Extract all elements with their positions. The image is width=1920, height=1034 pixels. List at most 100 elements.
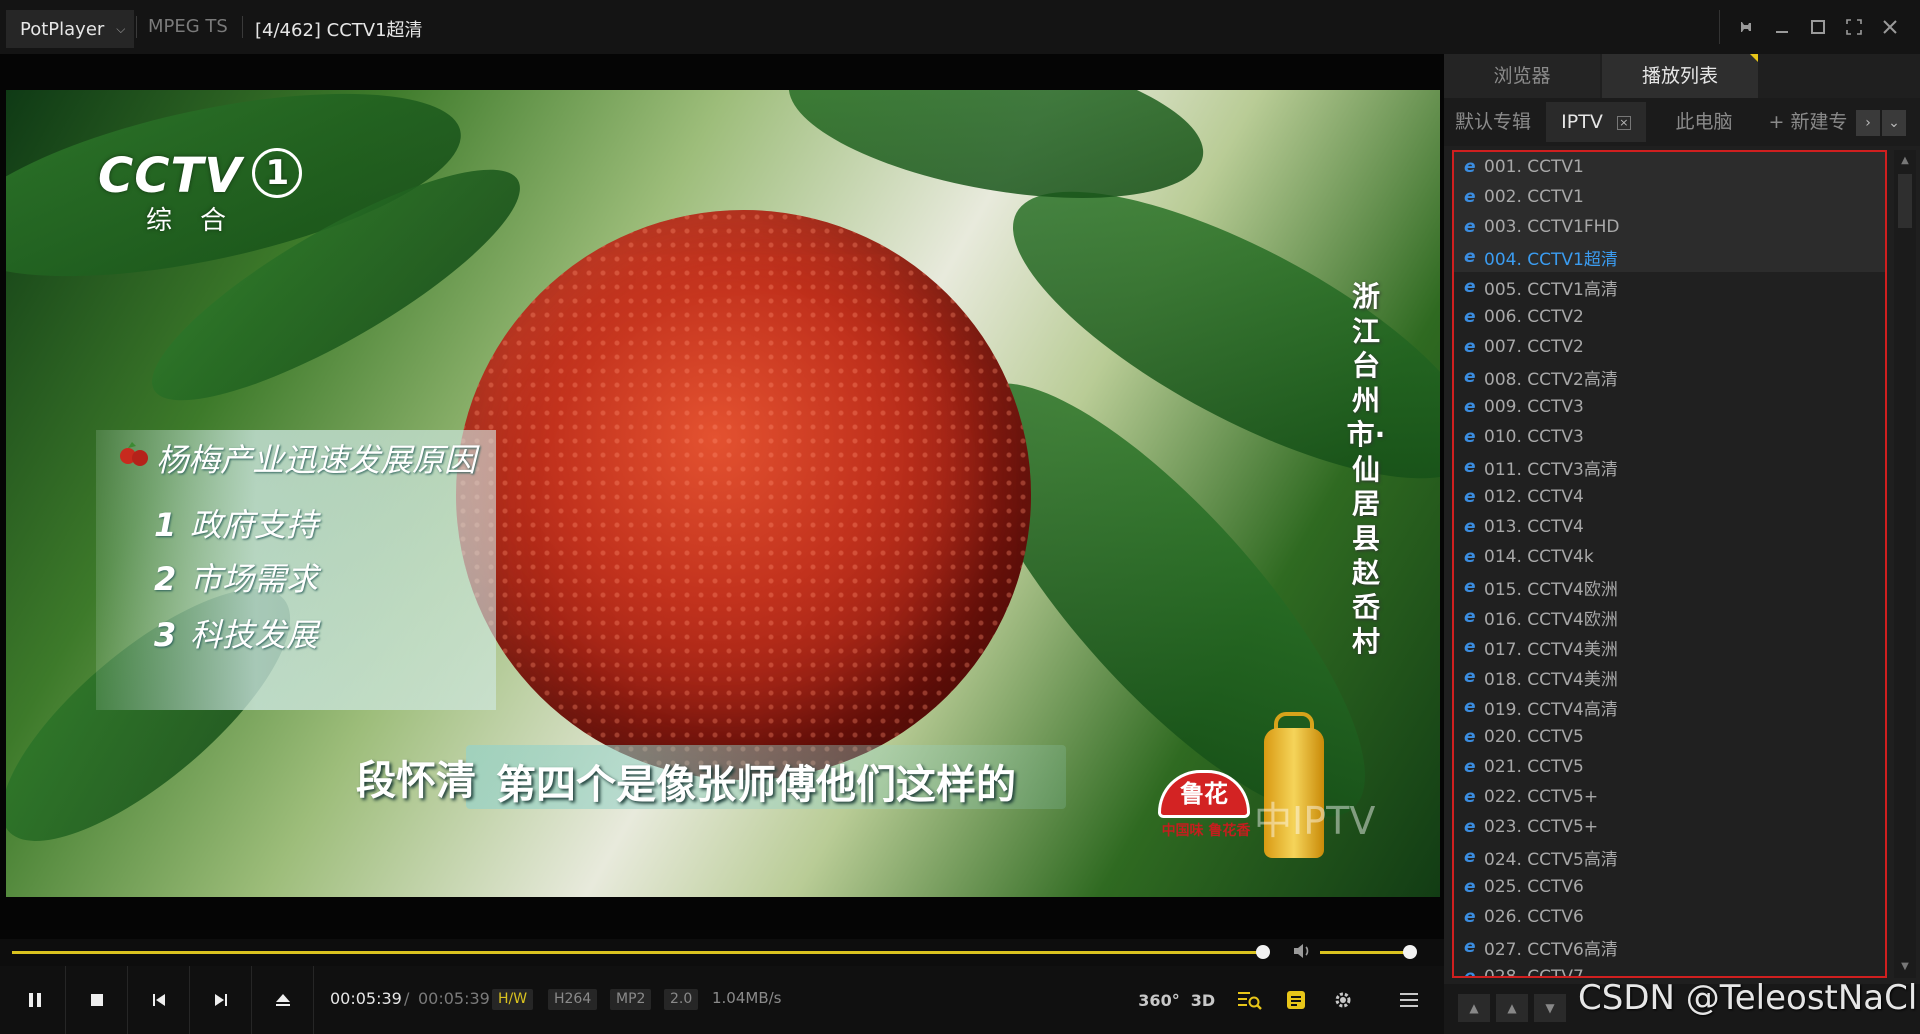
playlist-item[interactable]: e 013. CCTV4 [1454,512,1885,542]
stream-icon: e [1464,367,1476,387]
volume-icon[interactable] [1292,942,1312,965]
playlist-item[interactable]: e 020. CCTV5 [1454,722,1885,752]
stop-button[interactable] [66,966,128,1034]
playlist-item[interactable]: e 028. CCTV7 [1454,962,1885,976]
tab-browser[interactable]: 浏览器 [1444,54,1600,98]
playlist-item[interactable]: e 019. CCTV4高清 [1454,692,1885,722]
move-top-icon[interactable]: ▲ [1458,994,1490,1022]
playlist-item-label: 027. CCTV6高清 [1484,939,1618,960]
app-menu-button[interactable]: PotPlayer ⌵ [6,10,134,48]
time-current: 00:05:39 [330,989,402,1008]
seek-handle[interactable] [1256,945,1270,959]
playlist-item[interactable]: e 005. CCTV1高清 [1454,272,1885,302]
subtitle-button[interactable] [1282,984,1310,1016]
playlist-item[interactable]: e 008. CCTV2高清 [1454,362,1885,392]
volume-slider[interactable] [1320,951,1410,954]
3d-button[interactable]: 3D [1188,984,1218,1016]
title-bar: PotPlayer ⌵ MPEG TS [4/462] CCTV1超清 [0,0,1920,54]
volume-handle[interactable] [1403,945,1417,959]
pause-button[interactable] [4,966,66,1034]
stream-icon: e [1464,817,1476,837]
channel-number: 1 [252,148,303,198]
stream-icon: e [1464,757,1476,777]
video-frame[interactable]: CCTV 1 综合 杨梅产业迅速发展原因 1 政府支持 2 市场需求 3 科技发展 浙江… [6,90,1440,897]
seek-bar[interactable] [12,951,1263,954]
playlist-item[interactable]: e 017. CCTV4美洲 [1454,632,1885,662]
settings-button[interactable] [1328,984,1358,1016]
playlist-item-label: 012. CCTV4 [1484,487,1584,507]
playlist-item[interactable]: e 022. CCTV5+ [1454,782,1885,812]
playlist-item[interactable]: e 001. CCTV1 [1454,152,1885,182]
panel-tabs: 浏览器 播放列表 [1444,54,1920,98]
stream-icon: e [1464,247,1476,267]
playlist-item[interactable]: e 027. CCTV6高清 [1454,932,1885,962]
scroll-down-icon[interactable]: ▼ [1894,956,1916,978]
playlist-item[interactable]: e 024. CCTV5高清 [1454,842,1885,872]
info-item: 2 市场需求 [154,560,319,598]
bitrate: 1.04MB/s [712,989,782,1007]
stream-icon: e [1464,157,1476,177]
playlist-item[interactable]: e 010. CCTV3 [1454,422,1885,452]
video-codec-badge: H264 [548,989,598,1010]
playlist-scrollbar[interactable]: ▲ ▼ [1894,150,1916,978]
playlist-item[interactable]: e 011. CCTV3高清 [1454,452,1885,482]
subtitle-text: 第四个是像张师傅他们这样的 [496,762,1016,808]
playlist-item-label: 022. CCTV5+ [1484,787,1599,807]
playlist-subtabs: 默认专辑 IPTV × 此电脑 + 新建专 [1444,98,1920,146]
playlist-item[interactable]: e 014. CCTV4k [1454,542,1885,572]
chevron-down-icon[interactable]: ⌄ [1882,110,1906,136]
playlist-item[interactable]: e 016. CCTV4欧洲 [1454,602,1885,632]
playlist-item-label: 020. CCTV5 [1484,727,1584,747]
subtab-new-album[interactable]: + 新建专 [1758,102,1858,142]
playlist-item[interactable]: e 023. CCTV5+ [1454,812,1885,842]
close-icon[interactable] [1872,8,1908,46]
playlist-item[interactable]: e 009. CCTV3 [1454,392,1885,422]
playlist-item[interactable]: e 026. CCTV6 [1454,902,1885,932]
chevron-right-icon[interactable]: › [1856,110,1880,136]
app-name: PotPlayer [20,18,105,40]
playlist-item-label: 001. CCTV1 [1484,157,1584,177]
menu-button[interactable] [1392,984,1426,1016]
fullscreen-icon[interactable] [1836,8,1872,46]
video-area[interactable]: CCTV 1 综合 杨梅产业迅速发展原因 1 政府支持 2 市场需求 3 科技发展 浙江… [0,54,1444,939]
playlist-item[interactable]: e 015. CCTV4欧洲 [1454,572,1885,602]
move-down-icon[interactable]: ▼ [1534,994,1566,1022]
playlist-item-label: 003. CCTV1FHD [1484,217,1620,237]
playlist[interactable]: e 001. CCTV1 e 002. CCTV1 e 003. CCTV1FHD e 004… [1452,150,1887,978]
playlist-item[interactable]: e 021. CCTV5 [1454,752,1885,782]
scroll-thumb[interactable] [1898,174,1912,228]
pin-icon[interactable] [1728,8,1764,46]
vr-360-button[interactable]: 360° [1138,984,1179,1016]
ad-logo: 鲁花 中国味 鲁花香 [1158,770,1254,840]
hw-decode-badge[interactable]: H/W [492,989,534,1010]
stream-icon: e [1464,637,1476,657]
playlist-item[interactable]: e 003. CCTV1FHD [1454,212,1885,242]
playlist-item[interactable]: e 012. CCTV4 [1454,482,1885,512]
subtab-iptv[interactable]: IPTV × [1546,102,1646,142]
maximize-icon[interactable] [1800,8,1836,46]
playlist-item[interactable]: e 002. CCTV1 [1454,182,1885,212]
eject-button[interactable] [252,966,314,1034]
stream-icon: e [1464,937,1476,957]
previous-button[interactable] [128,966,190,1034]
close-tab-icon[interactable]: × [1616,115,1631,130]
scroll-up-icon[interactable]: ▲ [1894,150,1916,172]
subtab-default-album[interactable]: 默认专辑 [1450,102,1536,142]
next-button[interactable] [190,966,252,1034]
next-icon [214,994,227,1006]
playlist-search-button[interactable] [1234,984,1266,1016]
playlist-item[interactable]: e 025. CCTV6 [1454,872,1885,902]
stop-icon [90,994,103,1006]
playlist-item-label: 007. CCTV2 [1484,337,1584,357]
bayberry-fruit [456,210,1031,780]
stream-icon: e [1464,187,1476,207]
move-up-icon[interactable]: ▲ [1496,994,1528,1022]
playlist-item[interactable]: e 007. CCTV2 [1454,332,1885,362]
subtab-this-pc[interactable]: 此电脑 [1656,102,1752,142]
playlist-item-label: 017. CCTV4美洲 [1484,639,1618,660]
playlist-item-current[interactable]: e 004. CCTV1超清 [1454,242,1885,272]
tab-playlist[interactable]: 播放列表 [1602,54,1758,98]
minimize-icon[interactable] [1764,8,1800,46]
playlist-item[interactable]: e 006. CCTV2 [1454,302,1885,332]
playlist-item[interactable]: e 018. CCTV4美洲 [1454,662,1885,692]
